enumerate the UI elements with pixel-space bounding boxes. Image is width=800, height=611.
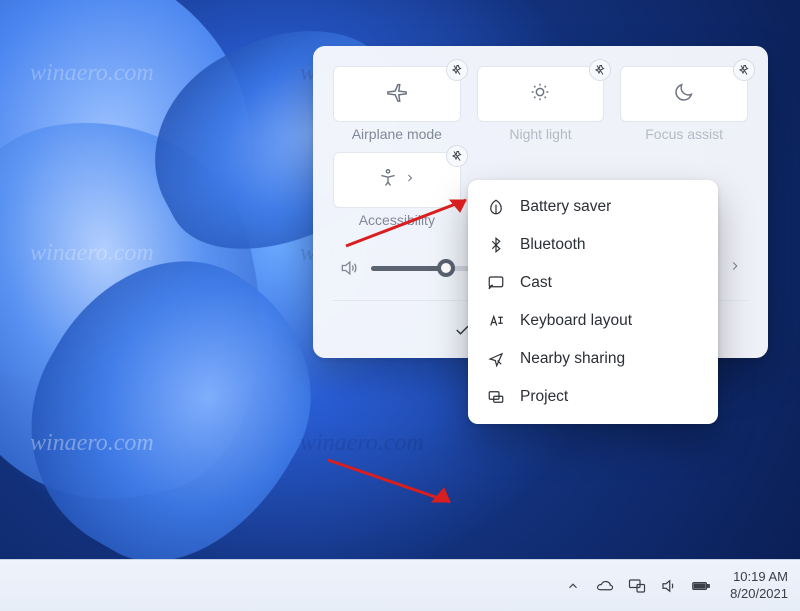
menu-item-keyboard-layout[interactable]: Keyboard layout bbox=[468, 302, 718, 340]
keyboard-layout-icon bbox=[486, 311, 506, 331]
tile-focus-assist[interactable] bbox=[620, 66, 748, 122]
menu-item-project[interactable]: Project bbox=[468, 378, 718, 416]
moon-icon bbox=[673, 81, 695, 108]
menu-item-label: Bluetooth bbox=[520, 236, 586, 254]
add-menu: Battery saver Bluetooth Cast Keyboard la… bbox=[468, 180, 718, 424]
menu-item-label: Project bbox=[520, 388, 568, 406]
chevron-right-icon[interactable] bbox=[728, 259, 742, 278]
battery-icon[interactable] bbox=[692, 577, 710, 595]
menu-item-battery-saver[interactable]: Battery saver bbox=[468, 188, 718, 226]
bluetooth-icon bbox=[486, 235, 506, 255]
tile-label: Airplane mode bbox=[333, 122, 461, 152]
tile-label: Night light bbox=[477, 122, 605, 152]
tile-night-light[interactable] bbox=[477, 66, 605, 122]
onedrive-icon[interactable] bbox=[596, 577, 614, 595]
cast-icon bbox=[486, 273, 506, 293]
nearby-sharing-icon bbox=[486, 349, 506, 369]
chevron-up-icon[interactable] bbox=[564, 577, 582, 595]
menu-item-label: Cast bbox=[520, 274, 552, 292]
tile-label: Focus assist bbox=[620, 122, 748, 152]
menu-item-nearby-sharing[interactable]: Nearby sharing bbox=[468, 340, 718, 378]
chevron-right-icon bbox=[404, 171, 416, 189]
annotation-arrow bbox=[320, 450, 470, 520]
volume-icon[interactable] bbox=[660, 577, 678, 595]
menu-item-label: Nearby sharing bbox=[520, 350, 625, 368]
unpin-button[interactable] bbox=[589, 59, 611, 81]
unpin-button[interactable] bbox=[733, 59, 755, 81]
taskbar-date: 8/20/2021 bbox=[730, 586, 788, 602]
leaf-icon bbox=[486, 197, 506, 217]
network-icon[interactable] bbox=[628, 577, 646, 595]
project-icon bbox=[486, 387, 506, 407]
accessibility-icon bbox=[378, 168, 398, 193]
annotation-arrow bbox=[338, 190, 488, 260]
airplane-icon bbox=[386, 81, 408, 108]
volume-icon bbox=[339, 258, 359, 278]
taskbar-time: 10:19 AM bbox=[730, 569, 788, 585]
menu-item-label: Battery saver bbox=[520, 198, 611, 216]
menu-item-label: Keyboard layout bbox=[520, 312, 632, 330]
menu-item-bluetooth[interactable]: Bluetooth bbox=[468, 226, 718, 264]
taskbar-clock[interactable]: 10:19 AM 8/20/2021 bbox=[730, 569, 788, 602]
unpin-button[interactable] bbox=[446, 59, 468, 81]
system-tray bbox=[564, 577, 710, 595]
taskbar: 10:19 AM 8/20/2021 bbox=[0, 559, 800, 611]
tile-airplane-mode[interactable] bbox=[333, 66, 461, 122]
menu-item-cast[interactable]: Cast bbox=[468, 264, 718, 302]
unpin-button[interactable] bbox=[446, 145, 468, 167]
brightness-icon bbox=[529, 81, 551, 108]
